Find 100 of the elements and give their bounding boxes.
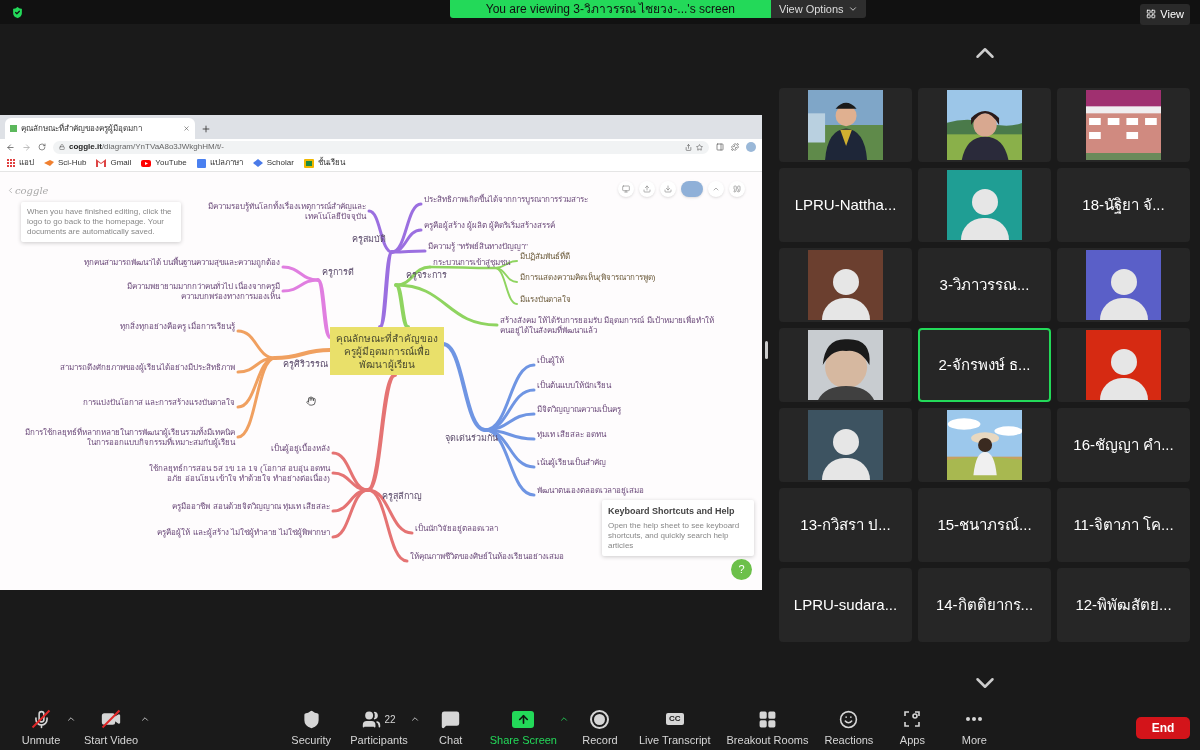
bookmark[interactable]: Sci-Hub (44, 157, 87, 170)
toolbar-button[interactable]: Chat (419, 708, 482, 748)
caret-icon[interactable] (559, 714, 569, 724)
mindmap-node[interactable]: ทุกสิ่งทุกอย่างคือครู เมื่อการเรียนรู้ (119, 322, 235, 332)
participant-tile[interactable]: 3-วิภาวรรณ... (918, 248, 1051, 322)
mindmap-node[interactable]: ครูคือผู้ให้ และผู้สร้าง ไม่ใช่ผู้ทำลาย ไม่ใช่ผู้พิพากษา (157, 528, 330, 538)
participant-tile[interactable]: LPRU-sudara... (779, 568, 912, 642)
bookmark[interactable]: Scholar (252, 157, 294, 170)
toolbar-button[interactable]: Share Screen (481, 708, 565, 748)
caret-icon[interactable] (66, 714, 76, 724)
participant-tile[interactable] (779, 88, 912, 162)
bookmark-star-icon[interactable] (696, 143, 703, 151)
mindmap-node[interactable]: ครูศิริวรรณ (283, 359, 328, 369)
toolbar-button[interactable]: CC Live Transcript (631, 708, 719, 748)
mindmap-node[interactable]: เป็นผู้อยู่เบื้องหลัง (271, 444, 330, 454)
mindmap-node[interactable]: มีการใช้กลยุทธ์ที่หลากหลายในการพัฒนาผู้เรียนรวมทั้งมีเทคนิคในการออกแบบกิจกรรมที่เหมาะสมกับผู้เรียน (25, 428, 235, 448)
participant-tile[interactable] (779, 248, 912, 322)
mindmap-node[interactable]: มีปฏิสัมพันธ์ที่ดี (520, 252, 570, 262)
back-icon[interactable] (6, 142, 15, 152)
participant-tile[interactable] (1057, 248, 1190, 322)
participant-tile[interactable]: 16-ชัญญา คำ... (1057, 408, 1190, 482)
toolbar-button[interactable]: Apps (881, 708, 944, 748)
bookmark[interactable]: Gmail (96, 157, 132, 170)
profile-icon[interactable] (746, 142, 756, 153)
board-icon (303, 158, 314, 168)
sidebar-icon[interactable] (716, 143, 724, 152)
mindmap-node[interactable]: ทุ่มเท เสียสละ อดทน (537, 430, 607, 440)
caret-icon[interactable] (140, 714, 151, 724)
view-button[interactable]: View (1140, 4, 1190, 25)
mindmap-node[interactable]: เป็นนักวิจัยอยู่ตลอดเวลา (415, 524, 498, 534)
participant-name: 18-นัฐิยา จั... (1082, 194, 1165, 216)
close-tab-icon[interactable] (183, 125, 190, 133)
mindmap-node[interactable]: มีการแสดงความคิดเห็น(พิจารณาการพูด) (520, 273, 656, 283)
participant-tile[interactable]: 14-กิตติยากร... (918, 568, 1051, 642)
mindmap-node[interactable]: กระบวนการเข้าสู่ชุมชน (433, 258, 510, 268)
tab-title: คุณลักษณะที่สำคัญของครูผู้มีอุดมกา (21, 122, 143, 135)
mindmap-node[interactable]: มีแรงบันดาลใจ (520, 295, 571, 305)
extensions-icon[interactable] (731, 143, 739, 152)
toolbar-button[interactable]: Breakout Rooms (718, 708, 817, 748)
mindmap-node[interactable]: พัฒนาตนเองตลอดเวลาอยู่เสมอ (537, 486, 644, 496)
smiley-plus-icon (839, 709, 859, 729)
address-bar[interactable]: coggle.it/diagram/YnTVaA8o3JWkghHM/t/- (53, 140, 709, 154)
mindmap-node[interactable]: มีจิตวิญญาณความเป็นครู (537, 405, 621, 415)
participant-tile[interactable] (779, 328, 912, 402)
participant-tile[interactable]: 15-ชนาภรณ์... (918, 488, 1051, 562)
participant-tile[interactable]: 11-จิตาภา โค... (1057, 488, 1190, 562)
mindmap-node[interactable]: เป็นผู้ให้ (537, 356, 564, 366)
mindmap-node[interactable]: เน้นผู้เรียนเป็นสำคัญ (537, 458, 606, 468)
new-tab-icon[interactable] (201, 124, 211, 135)
toolbar-button[interactable]: More (943, 708, 1006, 748)
toolbar-button[interactable]: Security (280, 708, 343, 748)
mindmap-node[interactable]: ให้คุณภาพชีวิตของศิษย์ในห้องเรียนอย่างเสมอ (410, 552, 564, 562)
browser-tab[interactable]: คุณลักษณะที่สำคัญของครูผู้มีอุดมกา (5, 118, 195, 140)
mindmap-node[interactable]: ประสิทธิภาพเกิดขึ้นได้จากการบูรณาการร่วมสาระ (424, 195, 588, 205)
mindmap-node[interactable]: ใช้กลยุทธ์การสอน 5ส 1ข 1ล 1จ (โอกาส อบอุ่น อดทน อภัย อ่อนโยน เข้าใจ ทำด้วยใจ ทำอย่างต่อเนื่อง) (140, 464, 330, 484)
mindmap-node[interactable]: มีความรอบรู้ทันโลกทั้งเรื่องเหตุการณ์สำคัญและเทคโนโลยีปัจจุบัน (206, 202, 366, 222)
participant-tile[interactable]: 12-พิพัฒสัตย... (1057, 568, 1190, 642)
participant-tile[interactable] (918, 168, 1051, 242)
participant-tile[interactable]: 18-นัฐิยา จั... (1057, 168, 1190, 242)
mindmap-node[interactable]: สร้างสังคม ให้ได้รับการยอมรับ มีอุดมการณ์ มีเป้าหมายเพื่อทำให้คนอยู่ได้ในสังคมที่พัฒนาแล้ว (500, 316, 715, 336)
participant-tile[interactable] (1057, 328, 1190, 402)
help-title: Keyboard Shortcuts and Help (608, 505, 736, 518)
end-button[interactable]: End (1136, 717, 1190, 739)
encryption-shield-icon[interactable] (10, 5, 25, 20)
toolbar-button[interactable]: Reactions (816, 708, 882, 748)
bookmark[interactable]: YouTube (141, 157, 187, 170)
bookmark[interactable]: ชั้นเรียน (303, 157, 345, 170)
participant-tile[interactable]: 2-จักรพงษ์ ธ... (918, 328, 1051, 402)
mindmap-node[interactable]: ครูสุลีกาญ (382, 491, 422, 501)
mindmap-node[interactable]: ครูมืออาชีพ สอนด้วยจิตวิญญาณ ทุ่มเท เสียสละ (172, 502, 330, 512)
reload-icon[interactable] (38, 143, 46, 152)
toolbar-button[interactable]: 22 Participants (342, 708, 416, 748)
mindmap-node[interactable]: มีความพยายามมากกว่าคนทั่วไป เนื่องจากครูมีความบกพร่องทางการมองเห็น (110, 282, 280, 302)
mindmap-node[interactable]: สามารถดึงศักยภาพของผู้เรียนได้อย่างมีประสิทธิภาพ (60, 363, 235, 373)
toolbar-button[interactable]: Unmute (10, 708, 72, 748)
participant-tile[interactable]: 13-กวิสรา ป... (779, 488, 912, 562)
mindmap-node[interactable]: มีความรู้ "ทรัพย์สินทางปัญญา" (428, 242, 528, 252)
participant-name: 3-วิภาวรรณ... (939, 274, 1030, 295)
mindmap-node[interactable]: ครูการดี (322, 267, 354, 277)
tip-popup: When you have finished editing, click the logo to go back to the homepage. Your documents are automatically saved. (21, 202, 181, 242)
toolbar-button[interactable]: Start Video (76, 708, 147, 748)
caret-icon[interactable] (409, 714, 420, 724)
participant-tile[interactable] (918, 408, 1051, 482)
participant-tile[interactable]: LPRU-Nattha... (779, 168, 912, 242)
mindmap-node[interactable]: จุดเด่นร่วมกัน (445, 433, 498, 443)
participant-tile[interactable] (918, 88, 1051, 162)
view-options-button[interactable]: View Options (771, 0, 866, 18)
central-topic[interactable]: คุณลักษณะที่สำคัญของครูผู้มีอุดมการณ์เพื่อพัฒนาผู้เรียน (330, 327, 444, 375)
mindmap-node[interactable]: ครูคือผู้สร้าง ผู้ผลิต ผู้คิดริเริ่มสร้างสรรค์ (424, 221, 556, 231)
toolbar-button[interactable]: Record (569, 708, 631, 748)
participant-tile[interactable] (1057, 88, 1190, 162)
mindmap-node[interactable]: ทุกคนสามารถพัฒนาได้ บนพื้นฐานความสุขและความถูกต้อง (83, 258, 280, 268)
resize-handle[interactable] (765, 341, 768, 359)
mindmap-node[interactable]: เป็นต้นแบบให้นักเรียน (537, 381, 611, 391)
participant-tile[interactable] (779, 408, 912, 482)
mindmap-node[interactable]: การแบ่งปันโอกาส และการสร้างแรงบันดาลใจ (82, 398, 235, 408)
bookmark[interactable]: แปลภาษา (196, 157, 243, 170)
bookmark[interactable]: แอป (7, 157, 34, 170)
share-icon[interactable] (685, 143, 692, 151)
more-icon (966, 717, 983, 721)
